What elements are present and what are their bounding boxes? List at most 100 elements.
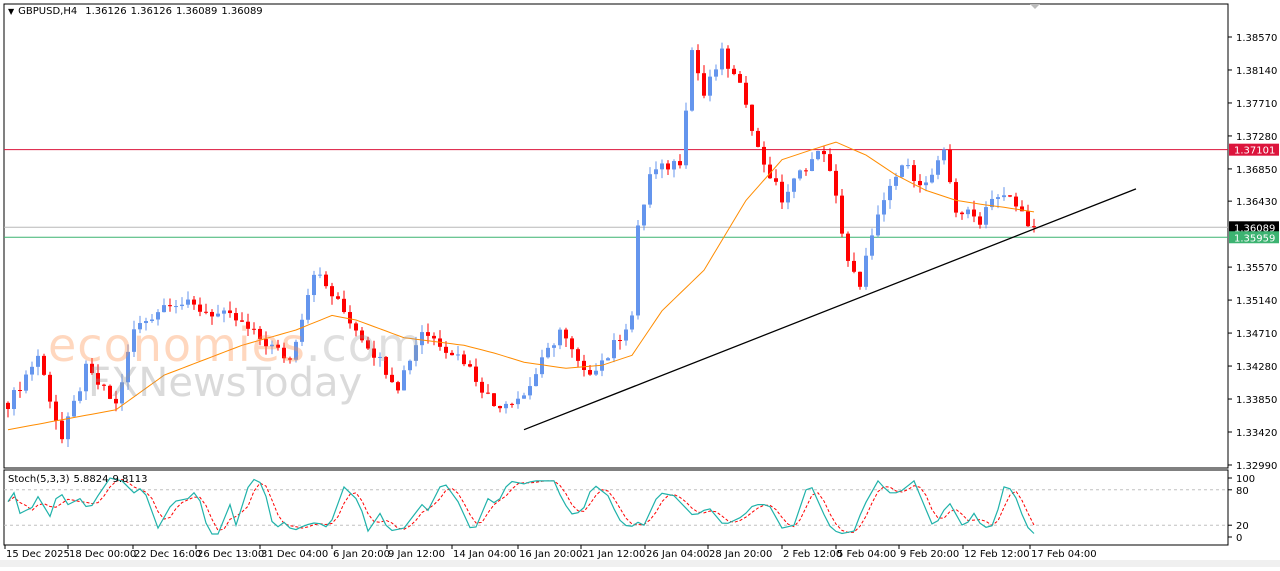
candle-body <box>24 374 28 391</box>
candle-body <box>654 169 658 175</box>
price-tick-label: 1.35570 <box>1236 263 1277 274</box>
price-tick-label: 1.35140 <box>1236 296 1277 307</box>
candle-body <box>324 274 328 287</box>
candle-body <box>18 390 22 392</box>
candle-body <box>966 209 970 215</box>
candle-body <box>618 340 622 342</box>
candle-body <box>606 358 610 361</box>
candle-body <box>810 159 814 171</box>
candle-body <box>510 403 514 405</box>
candle-body <box>12 390 16 409</box>
candle-body <box>1014 196 1018 207</box>
time-tick-label: 5 Feb 04:00 <box>837 549 896 560</box>
candle-body <box>780 181 784 203</box>
candle-body <box>978 216 982 225</box>
candle-body <box>402 370 406 391</box>
candle-body <box>186 299 190 305</box>
candle-body <box>624 329 628 341</box>
candle-body <box>984 207 988 225</box>
price-tick-label: 1.38140 <box>1236 66 1277 77</box>
candle-body <box>222 310 226 314</box>
candle-body <box>870 235 874 256</box>
candle-body <box>798 170 802 179</box>
time-tick-label: 21 Jan 12:00 <box>582 549 645 560</box>
candle-body <box>216 313 220 317</box>
time-tick-label: 18 Dec 00:00 <box>69 549 136 560</box>
time-tick-label: 26 Jan 04:00 <box>646 549 709 560</box>
candle-body <box>924 182 928 186</box>
candle-body <box>468 364 472 367</box>
candle-body <box>528 386 532 396</box>
candle-body <box>816 150 820 160</box>
candle-body <box>948 149 952 183</box>
candle-body <box>822 150 826 155</box>
candle-body <box>30 366 34 375</box>
candle-body <box>306 295 310 320</box>
candle <box>42 353 46 376</box>
candle <box>948 144 952 184</box>
time-tick-label: 9 Feb 20:00 <box>900 549 959 560</box>
time-tick-label: 16 Jan 20:00 <box>519 549 582 560</box>
candle-body <box>660 163 664 170</box>
candle-body <box>888 185 892 201</box>
support-price-label: 1.35959 <box>1234 233 1275 244</box>
watermark-fxnewstoday: FXNewsToday <box>88 360 363 406</box>
candle-body <box>1026 211 1030 227</box>
candle-body <box>426 332 430 336</box>
resistance-price-label: 1.37101 <box>1234 146 1275 157</box>
candle <box>492 393 496 407</box>
candle-body <box>504 403 508 409</box>
price-tick-label: 1.34710 <box>1236 329 1277 340</box>
time-tick-label: 14 Jan 04:00 <box>453 549 516 560</box>
candle-body <box>228 310 232 314</box>
candle-body <box>1002 195 1006 198</box>
price-tick-label: 1.36850 <box>1236 165 1277 176</box>
time-tick-label: 17 Feb 04:00 <box>1031 549 1097 560</box>
candle-body <box>732 68 736 75</box>
candle-body <box>648 174 652 205</box>
candle-body <box>678 161 682 166</box>
stochastic-label: Stoch(5,3,3) 5.8824 9.8113 <box>8 474 148 485</box>
stoch-tick-label: 100 <box>1236 474 1255 485</box>
chart-header: ▼ GBPUSD,H4 1.36126 1.36126 1.36089 1.36… <box>8 6 263 17</box>
candle-body <box>444 346 448 353</box>
candle-body <box>312 274 316 296</box>
stoch-main-value: 5.8824 <box>73 474 109 485</box>
collapse-triangle-icon[interactable]: ▼ <box>8 7 14 16</box>
open-value: 1.36126 <box>85 6 127 17</box>
candle-body <box>774 178 778 182</box>
candle-body <box>744 82 748 105</box>
price-tick-label: 1.32990 <box>1236 461 1277 472</box>
candle <box>816 150 820 161</box>
candle-body <box>738 74 742 83</box>
candle-body <box>78 391 82 401</box>
candle-body <box>534 374 538 387</box>
candle-body <box>864 255 868 287</box>
stochastic-panel <box>3 469 1229 546</box>
candle <box>684 102 688 169</box>
candle-body <box>696 50 700 74</box>
candle-body <box>996 197 1000 199</box>
status-strip <box>0 560 1280 567</box>
candle-body <box>318 274 322 276</box>
stoch-tick-label: 80 <box>1236 486 1249 497</box>
candle-body <box>486 392 490 394</box>
time-tick-label: 12 Feb 12:00 <box>964 549 1030 560</box>
candle-body <box>858 271 862 287</box>
candle-body <box>594 370 598 375</box>
candle-body <box>954 182 958 213</box>
candle-body <box>462 354 466 365</box>
candle-body <box>636 225 640 316</box>
candle-body <box>1008 195 1012 197</box>
time-tick-label: 6 Jan 20:00 <box>333 549 390 560</box>
candle-body <box>498 406 502 409</box>
candle-body <box>972 209 976 217</box>
candle-body <box>912 165 916 181</box>
candle <box>690 47 694 112</box>
candle-body <box>192 299 196 305</box>
candle-body <box>450 352 454 356</box>
candle-body <box>6 402 10 409</box>
candle-body <box>852 260 856 272</box>
candle-body <box>930 174 934 183</box>
candle-body <box>162 305 166 313</box>
